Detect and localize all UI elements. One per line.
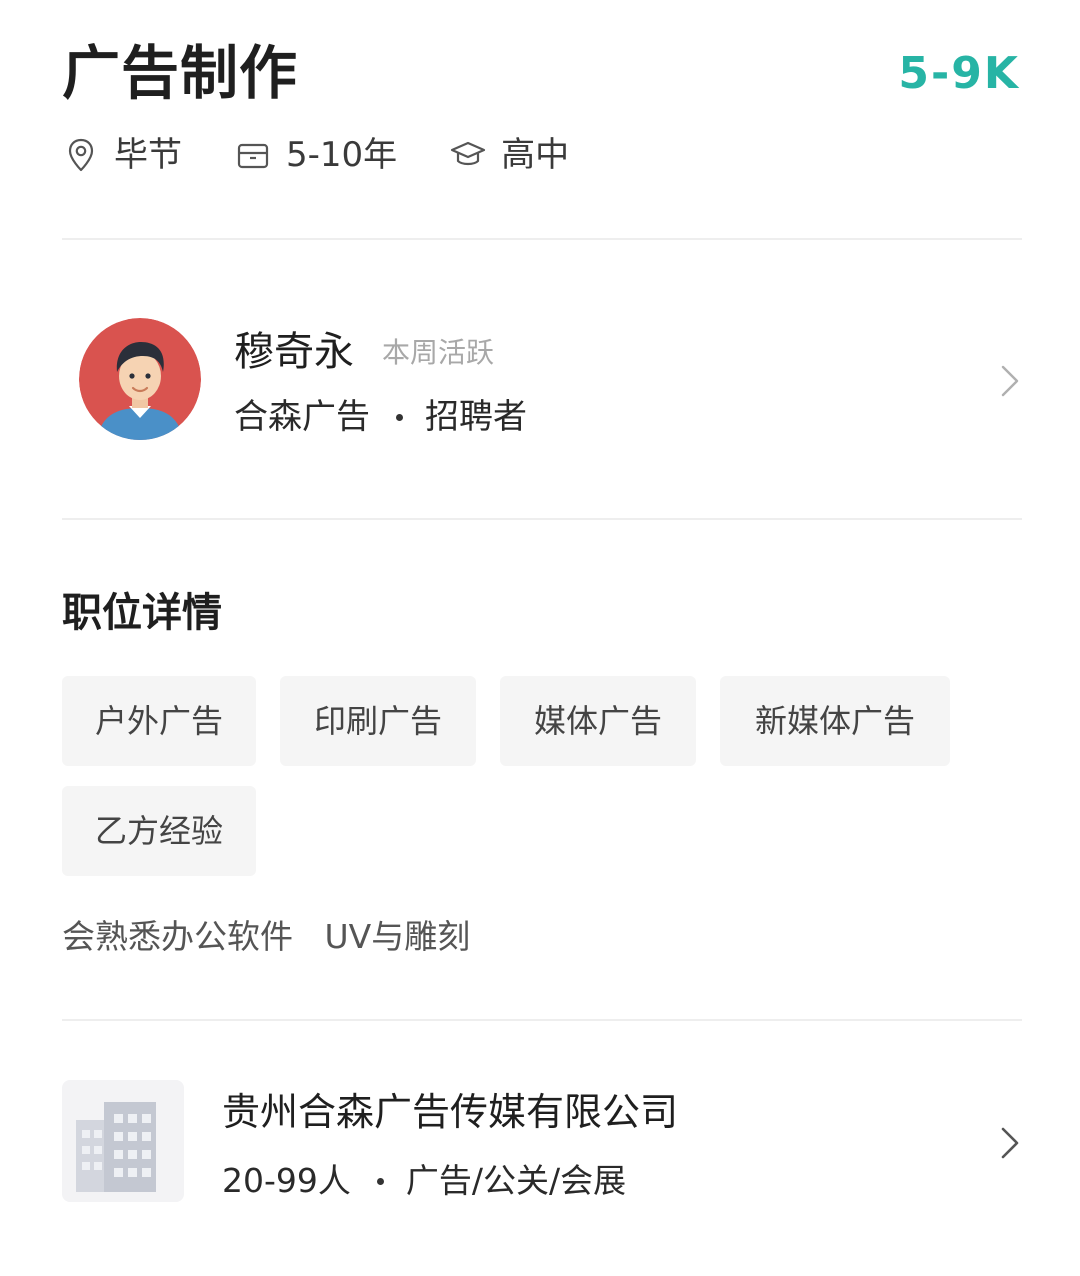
job-header: 广告制作 5-9K: [62, 38, 1020, 108]
divider: [62, 518, 1022, 520]
divider: [62, 1019, 1022, 1021]
meta-location: 毕节: [62, 132, 182, 178]
active-status: 本周活跃: [382, 336, 495, 369]
meta-experience: 5-10年: [234, 132, 397, 178]
company-logo: [62, 1080, 184, 1202]
briefcase-icon: [237, 143, 269, 169]
job-meta: 毕节 5-10年 高中: [62, 132, 621, 178]
company-size: 20-99人: [222, 1161, 351, 1200]
recruiter-card[interactable]: 穆奇永 本周活跃 合森广告 招聘者: [62, 300, 1022, 460]
divider: [62, 238, 1022, 240]
company-industry: 广告/公关/会展: [405, 1161, 627, 1200]
graduation-cap-icon: [451, 141, 486, 166]
company-subtitle: 20-99人 广告/公关/会展: [222, 1158, 626, 1204]
recruiter-subtitle: 合森广告 招聘者: [234, 394, 527, 440]
company-name: 贵州合森广告传媒有限公司: [222, 1090, 679, 1134]
location-text: 毕节: [114, 135, 182, 175]
section-title-job-details: 职位详情: [62, 590, 222, 636]
experience-text: 5-10年: [286, 135, 398, 175]
skill-tag: 印刷广告: [280, 676, 476, 766]
avatar: [79, 318, 201, 440]
chevron-right-icon[interactable]: [1000, 364, 1020, 398]
separator-dot: [376, 1177, 384, 1185]
avatar-illustration: [79, 318, 201, 440]
skill-tag: 新媒体广告: [720, 676, 950, 766]
meta-education: 高中: [449, 132, 569, 178]
company-card[interactable]: 贵州合森广告传媒有限公司 20-99人 广告/公关/会展: [62, 1076, 1022, 1212]
job-description: 会熟悉办公软件 UV与雕刻: [62, 917, 471, 956]
location-pin-icon: [68, 138, 94, 172]
education-text: 高中: [501, 135, 570, 175]
skill-tag: 户外广告: [62, 676, 256, 766]
recruiter-role: 招聘者: [425, 397, 527, 437]
job-detail-page: 广告制作 5-9K 毕节 5-10年 高中 穆奇永 本周活跃 合森广告 招聘者 …: [0, 0, 1080, 1276]
salary: 5-9K: [898, 48, 1020, 99]
job-title: 广告制作: [62, 39, 299, 107]
separator-dot: [396, 413, 403, 421]
skill-tag: 乙方经验: [62, 786, 256, 876]
building-icon: [76, 1102, 156, 1192]
skill-tag: 媒体广告: [500, 676, 696, 766]
recruiter-company: 合森广告: [234, 397, 370, 437]
chevron-right-icon[interactable]: [1000, 1126, 1020, 1160]
recruiter-name: 穆奇永: [234, 329, 354, 375]
